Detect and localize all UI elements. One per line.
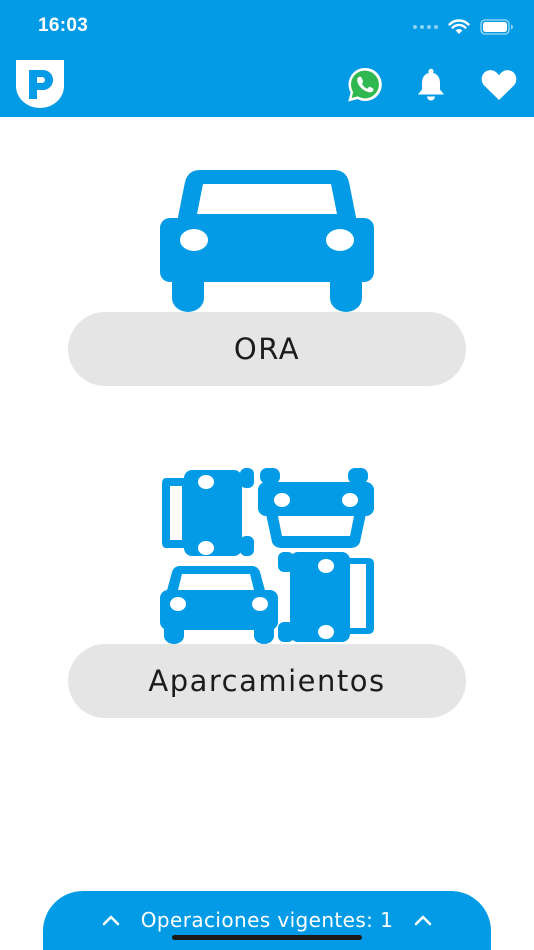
active-operations-label: Operaciones vigentes: 1 (140, 908, 394, 932)
sheet-row: Operaciones vigentes: 1 (43, 905, 491, 935)
notifications-button[interactable] (409, 64, 453, 106)
heart-icon (481, 70, 517, 100)
status-time: 16:03 (38, 15, 89, 36)
ora-button[interactable]: ORA (68, 312, 466, 386)
wifi-icon (448, 19, 470, 34)
whatsapp-button[interactable] (343, 64, 387, 106)
home-indicator[interactable] (172, 935, 362, 940)
signal-dots-icon (413, 25, 438, 29)
favorites-button[interactable] (477, 64, 521, 106)
aparcamientos-cars-image[interactable] (160, 466, 376, 644)
active-operations-sheet[interactable]: Operaciones vigentes: 1 (43, 891, 491, 950)
app-logo (16, 60, 64, 108)
app-screen: 16:03 ORA Aparcamientos Operaciones vige… (0, 0, 534, 950)
chevron-up-icon (413, 910, 433, 930)
ora-car-image[interactable] (160, 170, 374, 312)
whatsapp-icon (348, 67, 382, 102)
aparcamientos-button[interactable]: Aparcamientos (68, 644, 466, 718)
app-header: 16:03 (0, 0, 534, 117)
status-icons (413, 16, 514, 38)
battery-icon (480, 19, 513, 35)
bell-icon (418, 68, 444, 101)
chevron-up-icon (101, 910, 121, 930)
